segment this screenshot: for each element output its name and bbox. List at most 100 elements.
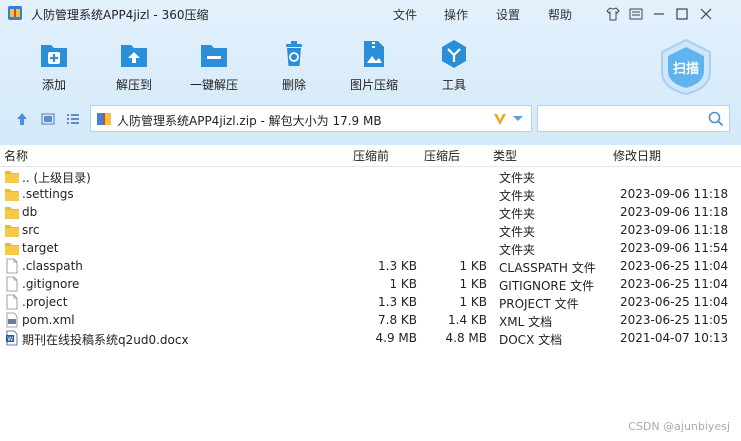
column-type[interactable]: 类型 <box>493 147 517 164</box>
extract-to-button[interactable]: 解压到 <box>99 36 169 96</box>
file-icon <box>6 276 18 292</box>
file-row[interactable]: pom.xml 7.8 KB 1.4 KB XML 文档 2023-06-25 11:0… <box>0 311 741 329</box>
modified-date: 2023-06-25 11:05 <box>620 313 729 327</box>
size-before: 7.8 KB <box>378 313 417 327</box>
close-icon <box>700 8 712 20</box>
word-doc-icon: W <box>6 330 18 346</box>
file-name: 期刊在线投稿系统q2ud0.docx <box>22 333 189 347</box>
size-before: 1 KB <box>389 277 417 291</box>
file-row[interactable]: .classpath 1.3 KB 1 KB CLASSPATH 文件 2023-06-… <box>0 257 741 275</box>
file-row[interactable]: .settings 文件夹 2023-09-06 11:18 <box>0 185 741 203</box>
close-button[interactable] <box>697 5 715 23</box>
file-row[interactable]: .project 1.3 KB 1 KB PROJECT 文件 2023-06-25 1… <box>0 293 741 311</box>
column-date[interactable]: 修改日期 <box>613 147 661 164</box>
xml-file-icon <box>6 312 18 328</box>
column-size-after[interactable]: 压缩后 <box>424 147 460 164</box>
size-before: 1.3 KB <box>378 295 417 309</box>
file-name: .settings <box>22 187 74 201</box>
address-path: 人防管理系统APP4jizl.zip - 解包大小为 17.9 MB <box>117 114 382 128</box>
column-name[interactable]: 名称 <box>4 147 28 164</box>
file-name: .classpath <box>22 259 83 273</box>
size-after: 1 KB <box>459 295 487 309</box>
folder-icon <box>5 243 19 255</box>
size-after: 1.4 KB <box>448 313 487 327</box>
chevron-down-icon[interactable] <box>512 115 524 123</box>
file-row[interactable]: db 文件夹 2023-09-06 11:18 <box>0 203 741 221</box>
menu-settings[interactable]: 设置 <box>496 6 520 23</box>
file-type: GITIGNORE 文件 <box>499 279 595 293</box>
up-arrow-icon[interactable] <box>15 112 29 126</box>
folder-icon <box>5 171 19 183</box>
size-before: 1.3 KB <box>378 259 417 273</box>
size-after: 1 KB <box>459 259 487 273</box>
window-title: 人防管理系统APP4jizl - 360压缩 <box>31 8 209 22</box>
modified-date: 2023-06-25 11:04 <box>620 259 729 273</box>
delete-button[interactable]: 删除 <box>259 36 329 96</box>
minimize-button[interactable] <box>650 5 668 23</box>
maximize-icon <box>676 8 688 20</box>
modified-date: 2023-09-06 11:54 <box>620 241 729 255</box>
menu-help[interactable]: 帮助 <box>548 6 572 23</box>
file-row[interactable]: .. (上级目录) 文件夹 <box>0 167 741 185</box>
delete-label: 删除 <box>281 78 306 92</box>
file-row[interactable]: src 文件夹 2023-09-06 11:18 <box>0 221 741 239</box>
image-compress-label: 图片压缩 <box>349 78 398 92</box>
file-icon <box>6 294 18 310</box>
menu-operation[interactable]: 操作 <box>444 6 468 23</box>
skin-button[interactable] <box>604 5 622 23</box>
folder-icon <box>5 207 19 219</box>
title-bar: 人防管理系统APP4jizl - 360压缩 文件 操作 设置 帮助 <box>0 0 741 28</box>
image-compress-button[interactable]: 图片压缩 <box>339 36 409 96</box>
archive-icon <box>97 113 111 125</box>
file-type: DOCX 文档 <box>499 333 563 347</box>
size-after: 1 KB <box>459 277 487 291</box>
tools-icon <box>442 40 466 68</box>
image-compress-icon <box>364 41 384 67</box>
file-name: src <box>22 223 40 237</box>
list-view-icon[interactable] <box>66 112 80 126</box>
folder-icon <box>5 189 19 201</box>
thumbnail-view-icon[interactable] <box>41 112 55 126</box>
search-icon[interactable] <box>708 111 724 127</box>
delete-icon <box>286 41 302 66</box>
file-row[interactable]: target 文件夹 2023-09-06 11:54 <box>0 239 741 257</box>
add-label: 添加 <box>41 78 66 92</box>
shirt-icon <box>606 7 620 21</box>
file-type: PROJECT 文件 <box>499 297 579 311</box>
file-type: 文件夹 <box>499 243 536 257</box>
size-before: 4.9 MB <box>375 331 417 345</box>
file-type: 文件夹 <box>499 207 536 221</box>
file-type: 文件夹 <box>499 189 536 203</box>
add-icon <box>41 45 67 67</box>
extract-to-icon <box>121 45 147 67</box>
hamburger-icon <box>629 8 643 20</box>
modified-date: 2023-06-25 11:04 <box>620 277 729 291</box>
file-icon <box>6 258 18 274</box>
scan-button[interactable]: 扫描 <box>657 38 715 96</box>
modified-date: 2023-06-25 11:04 <box>620 295 729 309</box>
menu-file[interactable]: 文件 <box>393 6 417 23</box>
size-after: 4.8 MB <box>445 331 487 345</box>
column-size-before[interactable]: 压缩前 <box>353 147 389 164</box>
v-badge-icon[interactable] <box>493 112 507 126</box>
file-name: .project <box>22 295 68 309</box>
app-logo-icon <box>8 6 22 20</box>
address-bar[interactable]: 人防管理系统APP4jizl.zip - 解包大小为 17.9 MB <box>90 105 532 132</box>
modified-date: 2023-09-06 11:18 <box>620 187 729 201</box>
watermark: CSDN @ajunbiyesj <box>628 420 730 433</box>
modified-date: 2021-04-07 10:13 <box>620 331 729 345</box>
file-name: .gitignore <box>22 277 80 291</box>
modified-date: 2023-09-06 11:18 <box>620 223 729 237</box>
add-button[interactable]: 添加 <box>19 36 89 96</box>
file-name: .. (上级目录) <box>22 171 91 185</box>
scan-label: 扫描 <box>672 62 699 77</box>
menu-button[interactable] <box>627 5 645 23</box>
file-name: pom.xml <box>22 313 75 327</box>
maximize-button[interactable] <box>673 5 691 23</box>
file-type: XML 文档 <box>499 315 553 329</box>
tools-button[interactable]: 工具 <box>419 36 489 96</box>
file-row[interactable]: .gitignore 1 KB 1 KB GITIGNORE 文件 2023-06-25… <box>0 275 741 293</box>
search-input[interactable] <box>537 105 730 132</box>
one-click-extract-button[interactable]: 一键解压 <box>179 36 249 96</box>
file-row[interactable]: W 期刊在线投稿系统q2ud0.docx 4.9 MB 4.8 MB DOCX 文档 20… <box>0 329 741 347</box>
